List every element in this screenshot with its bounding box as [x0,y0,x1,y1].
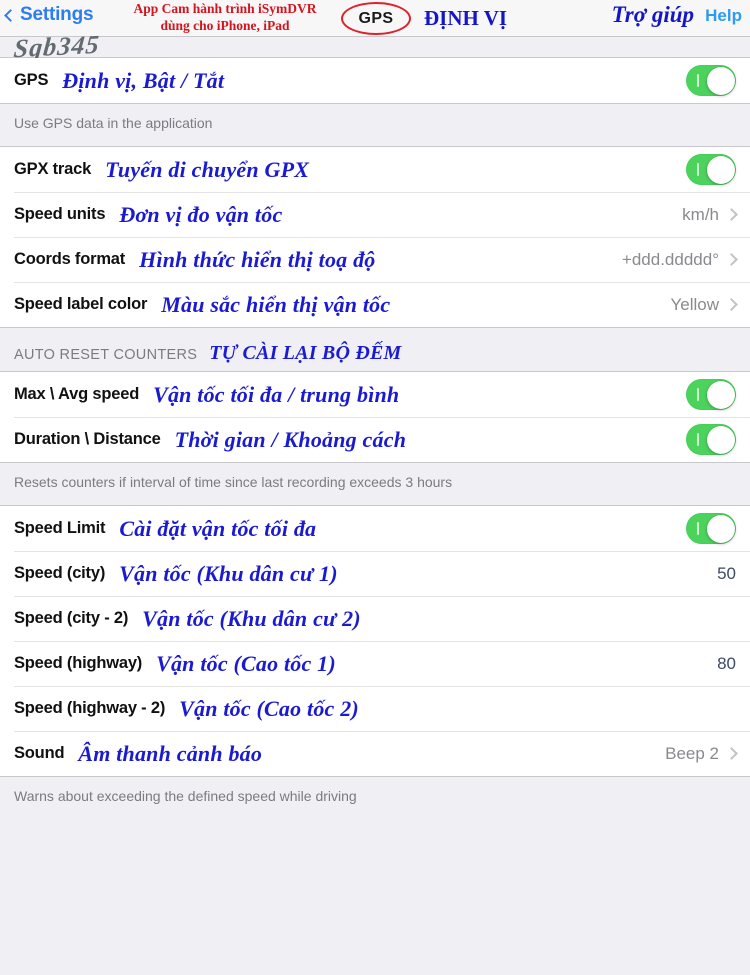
section-speed-limit: Speed Limit Cài đặt vận tốc tối đa Speed… [0,505,750,778]
row-speed-units-value: km/h [682,204,719,224]
row-coords-format-value: +ddd.ddddd° [621,249,719,269]
row-speed-units-label: Speed units [14,205,106,224]
row-duration-distance-label: Duration \ Distance [14,430,161,449]
row-coords-format[interactable]: Coords format Hình thức hiển thị toạ độ … [0,237,750,283]
gps-toggle[interactable] [686,65,736,96]
footer-speed-limit: Warns about exceeding the defined speed … [0,777,750,820]
row-max-avg-speed-annotation: Vận tốc tối đa / trung bình [153,381,400,407]
row-gps[interactable]: GPS Định vị, Bật / Tắt [0,58,750,103]
group-header-auto-reset: AUTO RESET COUNTERS TỰ CÀI LẠI BỘ ĐẾM [0,328,750,372]
navigation-bar: Settings App Cam hành trình iSymDVR dùng… [0,0,750,37]
annotation-app-title-line2: dùng cho iPhone, iPad [160,17,290,33]
row-speed-units[interactable]: Speed units Đơn vị đo vận tốc km/h [0,192,750,238]
section-track: GPX track Tuyến di chuyển GPX Speed unit… [0,146,750,329]
group-header-auto-reset-label: AUTO RESET COUNTERS [14,347,198,364]
row-gpx-track-control [686,154,736,186]
toggle-knob [706,66,735,95]
section-auto-reset: Max \ Avg speed Vận tốc tối đa / trung b… [0,371,750,464]
row-duration-distance[interactable]: Duration \ Distance Thời gian / Khoảng c… [0,417,750,463]
row-speed-city-2-annotation: Vận tốc (Khu dân cư 2) [142,605,361,631]
toggle-knob [706,380,735,409]
toggle-on-tick-icon [697,388,699,402]
row-speed-highway-2-label: Speed (highway - 2) [14,699,166,718]
help-button[interactable]: Help [705,6,742,26]
row-speed-city-label: Speed (city) [14,564,106,583]
gpx-track-toggle[interactable] [686,154,736,186]
row-gps-control [686,65,736,96]
chevron-right-icon [725,208,738,222]
annotation-app-title: App Cam hành trình iSymDVR dùng cho iPho… [110,1,340,35]
chevron-right-icon [725,253,738,267]
annotation-gps-badge-label: GPS [358,9,394,27]
row-speed-city-2[interactable]: Speed (city - 2) Vận tốc (Khu dân cư 2) [0,596,750,642]
row-speed-limit-annotation: Cài đặt vận tốc tối đa [119,515,317,541]
row-speed-limit-control [686,513,736,545]
row-coords-format-control: +ddd.ddddd° [621,249,738,270]
chevron-right-icon [725,298,738,312]
row-speed-units-annotation: Đơn vị đo vận tốc [119,201,283,227]
row-speed-label-color-annotation: Màu sắc hiển thị vận tốc [161,291,391,317]
row-gps-annotation: Định vị, Bật / Tắt [62,67,225,93]
row-speed-highway-2[interactable]: Speed (highway - 2) Vận tốc (Cao tốc 2) [0,686,750,732]
row-max-avg-speed[interactable]: Max \ Avg speed Vận tốc tối đa / trung b… [0,372,750,418]
row-speed-city[interactable]: Speed (city) Vận tốc (Khu dân cư 1) 50 [0,551,750,597]
row-sound-label: Sound [14,744,65,763]
row-speed-limit-label: Speed Limit [14,519,106,538]
row-speed-highway-control: 80 [717,654,736,674]
row-max-avg-speed-label: Max \ Avg speed [14,385,140,404]
row-sound[interactable]: Sound Âm thanh cảnh báo Beep 2 [0,731,750,777]
settings-screen: Settings App Cam hành trình iSymDVR dùng… [0,0,750,975]
row-speed-label-color[interactable]: Speed label color Màu sắc hiển thị vận t… [0,282,750,328]
row-gpx-track[interactable]: GPX track Tuyến di chuyển GPX [0,147,750,193]
row-sound-control: Beep 2 [665,743,738,764]
row-sound-value: Beep 2 [665,743,719,763]
max-avg-speed-toggle[interactable] [686,379,736,411]
toggle-knob [706,155,735,184]
speed-limit-toggle[interactable] [686,513,736,545]
row-coords-format-label: Coords format [14,250,126,269]
row-speed-label-color-control: Yellow [670,294,738,315]
duration-distance-toggle[interactable] [686,424,736,456]
row-sound-annotation: Âm thanh cảnh báo [78,740,263,766]
footer-auto-reset: Resets counters if interval of time sinc… [0,463,750,506]
annotation-gps-vietnamese: ĐỊNH VỊ [424,6,508,30]
row-speed-highway-label: Speed (highway) [14,654,143,673]
back-button-label: Settings [20,4,94,25]
row-speed-label-color-label: Speed label color [14,295,148,314]
row-speed-highway-annotation: Vận tốc (Cao tốc 1) [156,650,336,676]
row-speed-city-control: 50 [717,564,736,584]
row-speed-label-color-value: Yellow [670,294,719,314]
toggle-knob [706,425,735,454]
annotation-help-vietnamese: Trợ giúp [611,2,694,27]
row-gpx-track-annotation: Tuyến di chuyển GPX [105,156,310,182]
chevron-left-icon [4,9,17,22]
section-gps: GPS Định vị, Bật / Tắt [0,57,750,104]
row-gps-label: GPS [14,71,49,89]
row-duration-distance-control [686,424,736,456]
toggle-on-tick-icon [697,433,699,447]
row-duration-distance-annotation: Thời gian / Khoảng cách [174,426,407,452]
row-speed-highway[interactable]: Speed (highway) Vận tốc (Cao tốc 1) 80 [0,641,750,687]
row-gpx-track-label: GPX track [14,160,92,179]
row-speed-city-value[interactable]: 50 [717,564,736,584]
row-speed-city-2-label: Speed (city - 2) [14,609,129,628]
back-button-settings[interactable]: Settings [4,4,94,26]
annotation-gps-badge: GPS [341,2,411,35]
annotation-app-title-line1: App Cam hành trình iSymDVR [133,1,317,16]
row-coords-format-annotation: Hình thức hiển thị toạ độ [139,246,376,272]
chevron-right-icon [725,747,738,761]
toggle-on-tick-icon [697,163,699,177]
toggle-on-tick-icon [697,74,699,87]
row-speed-highway-value[interactable]: 80 [717,654,736,674]
row-speed-highway-2-annotation: Vận tốc (Cao tốc 2) [179,695,359,721]
row-speed-city-annotation: Vận tốc (Khu dân cư 1) [119,560,338,586]
group-header-auto-reset-annotation: TỰ CÀI LẠI BỘ ĐẾM [209,342,402,365]
toggle-knob [706,514,735,543]
row-speed-limit[interactable]: Speed Limit Cài đặt vận tốc tối đa [0,506,750,552]
footer-gps: Use GPS data in the application [0,104,750,147]
top-spacer [0,37,750,57]
row-max-avg-speed-control [686,379,736,411]
toggle-on-tick-icon [697,522,699,536]
row-speed-units-control: km/h [682,204,738,225]
